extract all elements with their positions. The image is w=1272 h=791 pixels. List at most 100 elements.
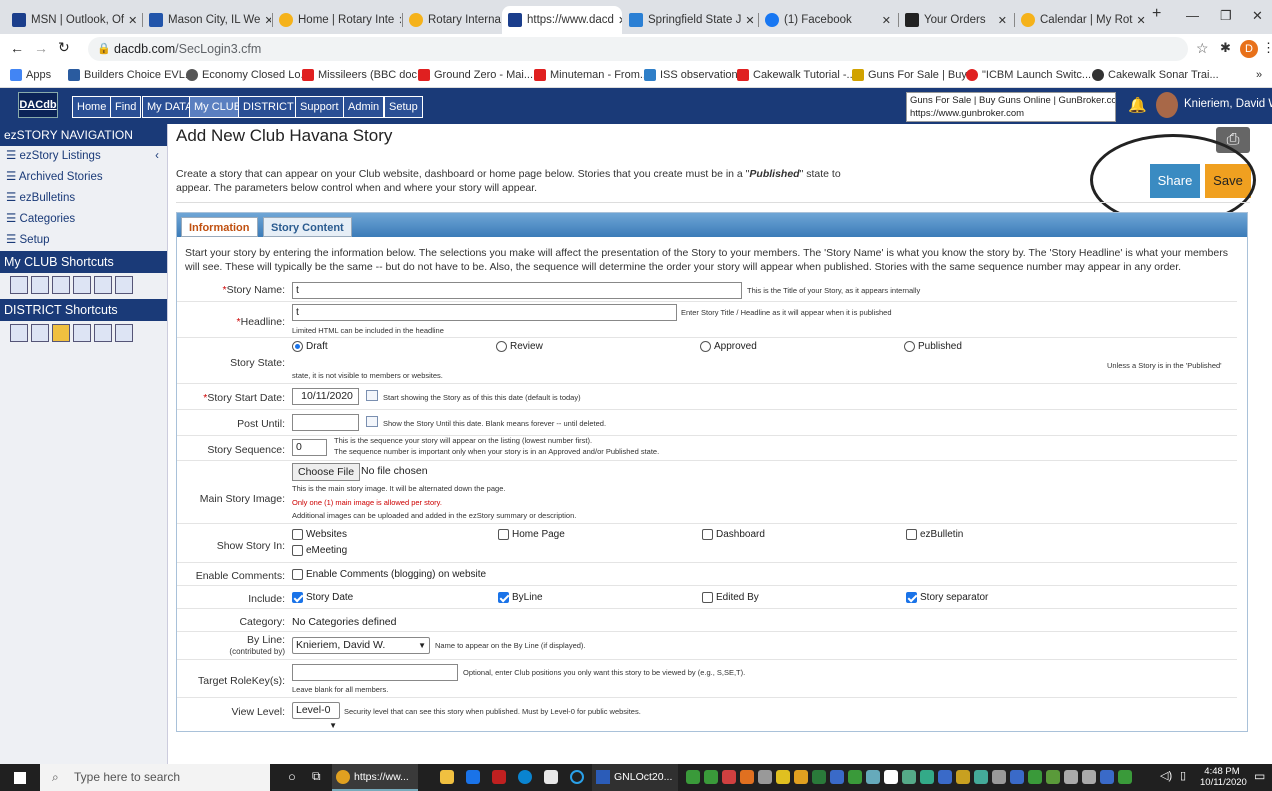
include-byline-checkbox[interactable]: ByLine (498, 592, 543, 603)
url-input[interactable]: 🔒 dacdb.com/SecLogin3.cfm (88, 37, 1188, 61)
tray-app-icon[interactable] (1010, 770, 1024, 784)
headline-input[interactable]: t (292, 304, 677, 321)
taskbar-search-input[interactable]: ⌕ Type here to search (40, 764, 270, 791)
show-dashboard-checkbox[interactable]: Dashboard (702, 529, 765, 540)
bookmark-item[interactable]: Guns For Sale | Buy... (852, 69, 975, 81)
nav-setup[interactable]: Setup (384, 96, 423, 118)
close-tab-icon[interactable]: ✕ (741, 14, 754, 27)
tray-app-icon[interactable] (740, 770, 754, 784)
tray-app-icon[interactable] (938, 770, 952, 784)
tray-app-icon[interactable] (704, 770, 718, 784)
bookmark-item[interactable]: Minuteman - From... (534, 69, 649, 81)
bookmark-item[interactable]: Missileers (BBC doc... (302, 69, 426, 81)
collapse-chevron-icon[interactable]: ‹ (155, 146, 159, 167)
notifications-icon[interactable]: ▭ (1254, 769, 1265, 783)
sequence-input[interactable]: 0 (292, 439, 327, 456)
shortcut-icon[interactable] (94, 276, 112, 294)
tray-app-icon[interactable] (902, 770, 916, 784)
target-rolekey-input[interactable] (292, 664, 458, 681)
tray-app-icon[interactable] (1046, 770, 1060, 784)
app-icon[interactable] (492, 770, 506, 784)
include-story-date-checkbox[interactable]: Story Date (292, 592, 353, 603)
story-name-input[interactable]: t (292, 282, 742, 299)
tray-app-icon[interactable] (1064, 770, 1078, 784)
reload-icon[interactable]: ↻ (58, 39, 70, 56)
windows-start-icon[interactable] (14, 772, 26, 784)
minimize-icon[interactable]: — (1186, 8, 1199, 23)
task-view-icon[interactable]: ⧉ (312, 769, 321, 784)
shortcut-icon[interactable] (31, 276, 49, 294)
close-window-icon[interactable]: ✕ (1252, 8, 1263, 24)
taskbar-chrome-app[interactable]: https://ww... (332, 764, 418, 791)
tray-app-icon[interactable] (776, 770, 790, 784)
browser-tab[interactable]: Mason City, IL We ✕ (143, 6, 271, 34)
tray-app-icon[interactable] (1100, 770, 1114, 784)
include-story-separator-checkbox[interactable]: Story separator (906, 592, 988, 603)
bookmark-star-icon[interactable]: ☆ (1196, 40, 1209, 57)
tray-app-icon[interactable] (812, 770, 826, 784)
bookmark-item[interactable]: Builders Choice EVL... (68, 69, 194, 81)
bookmark-item[interactable]: Cakewalk Tutorial -... (737, 69, 856, 81)
browser-tab[interactable]: Calendar | My Rot ✕ (1015, 6, 1145, 34)
tray-app-icon[interactable] (920, 770, 934, 784)
file-explorer-icon[interactable] (440, 770, 454, 784)
bookmark-item[interactable]: Cakewalk Sonar Trai... (1092, 69, 1219, 81)
close-tab-icon[interactable]: ✕ (124, 14, 137, 27)
show-emeeting-checkbox[interactable]: eMeeting (292, 545, 347, 556)
tray-app-icon[interactable] (956, 770, 970, 784)
tray-app-icon[interactable] (884, 770, 898, 784)
cortana-icon[interactable]: ○ (288, 769, 296, 784)
shortcut-icon[interactable] (52, 276, 70, 294)
browser-tab[interactable]: Rotary Internation✕ (403, 6, 501, 34)
nav-district[interactable]: DISTRICT (238, 96, 299, 118)
post-until-input[interactable] (292, 414, 359, 431)
tray-app-icon[interactable] (848, 770, 862, 784)
tray-app-icon[interactable] (1118, 770, 1132, 784)
state-draft-radio[interactable]: Draft (292, 341, 328, 352)
battery-icon[interactable]: ▯ (1180, 769, 1186, 782)
enable-comments-checkbox[interactable]: Enable Comments (blogging) on website (292, 569, 486, 580)
show-websites-checkbox[interactable]: Websites (292, 529, 347, 540)
show-home-page-checkbox[interactable]: Home Page (498, 529, 565, 540)
tray-app-icon[interactable] (758, 770, 772, 784)
browser-tab[interactable]: Home | Rotary Inte✕ (273, 6, 401, 34)
browser-tab[interactable]: (1) Facebook ✕ (759, 6, 897, 34)
show-ezbulletin-checkbox[interactable]: ezBulletin (906, 529, 963, 540)
nav-home[interactable]: Home (72, 96, 112, 118)
sidebar-item-ezstory-listings[interactable]: ☰ ezStory Listings ‹ (0, 146, 167, 167)
close-tab-icon[interactable]: ✕ (1132, 14, 1145, 27)
nav-support[interactable]: Support (295, 96, 344, 118)
tray-app-icon[interactable] (992, 770, 1006, 784)
sidebar-item-ezbulletins[interactable]: ☰ ezBulletins (0, 188, 167, 209)
user-avatar[interactable] (1156, 92, 1178, 118)
close-tab-icon[interactable]: ✕ (614, 14, 622, 27)
tab-story-content[interactable]: Story Content (263, 217, 352, 237)
forward-icon[interactable]: → (34, 40, 48, 56)
tray-app-icon[interactable] (794, 770, 808, 784)
state-published-radio[interactable]: Published (904, 341, 962, 352)
shortcut-icon[interactable] (31, 324, 49, 342)
bookmark-item[interactable]: Apps (10, 69, 51, 81)
shortcut-icon[interactable] (115, 276, 133, 294)
taskbar-clock[interactable]: 4:48 PM 10/11/2020 (1200, 766, 1247, 788)
calendar-icon[interactable] (366, 416, 378, 427)
shortcut-icon[interactable] (73, 324, 91, 342)
close-tab-icon[interactable]: ✕ (394, 14, 401, 27)
nav-find[interactable]: Find (110, 96, 142, 118)
browser-tab-active[interactable]: https://www.dacd✕ (502, 6, 622, 34)
shortcut-icon[interactable] (94, 324, 112, 342)
close-tab-icon[interactable]: ✕ (260, 14, 271, 27)
bookmark-item[interactable]: "ICBM Launch Switc... (966, 69, 1091, 81)
taskbar-word-app[interactable]: GNLOct20... (592, 764, 678, 791)
shortcut-folder-icon[interactable] (52, 324, 70, 342)
shortcut-search-icon[interactable] (10, 324, 28, 342)
tray-app-icon[interactable] (866, 770, 880, 784)
include-edited-by-checkbox[interactable]: Edited By (702, 592, 759, 603)
sidebar-item-categories[interactable]: ☰ Categories (0, 209, 167, 230)
bookmark-item[interactable]: Ground Zero - Mai... (418, 69, 533, 81)
restore-icon[interactable]: ❐ (1220, 8, 1232, 24)
more-bookmarks[interactable]: » (1256, 69, 1262, 81)
notification-bell-icon[interactable]: 🔔 (1128, 96, 1147, 114)
dacdb-logo[interactable]: DACdb (18, 92, 58, 118)
state-review-radio[interactable]: Review (496, 341, 543, 352)
